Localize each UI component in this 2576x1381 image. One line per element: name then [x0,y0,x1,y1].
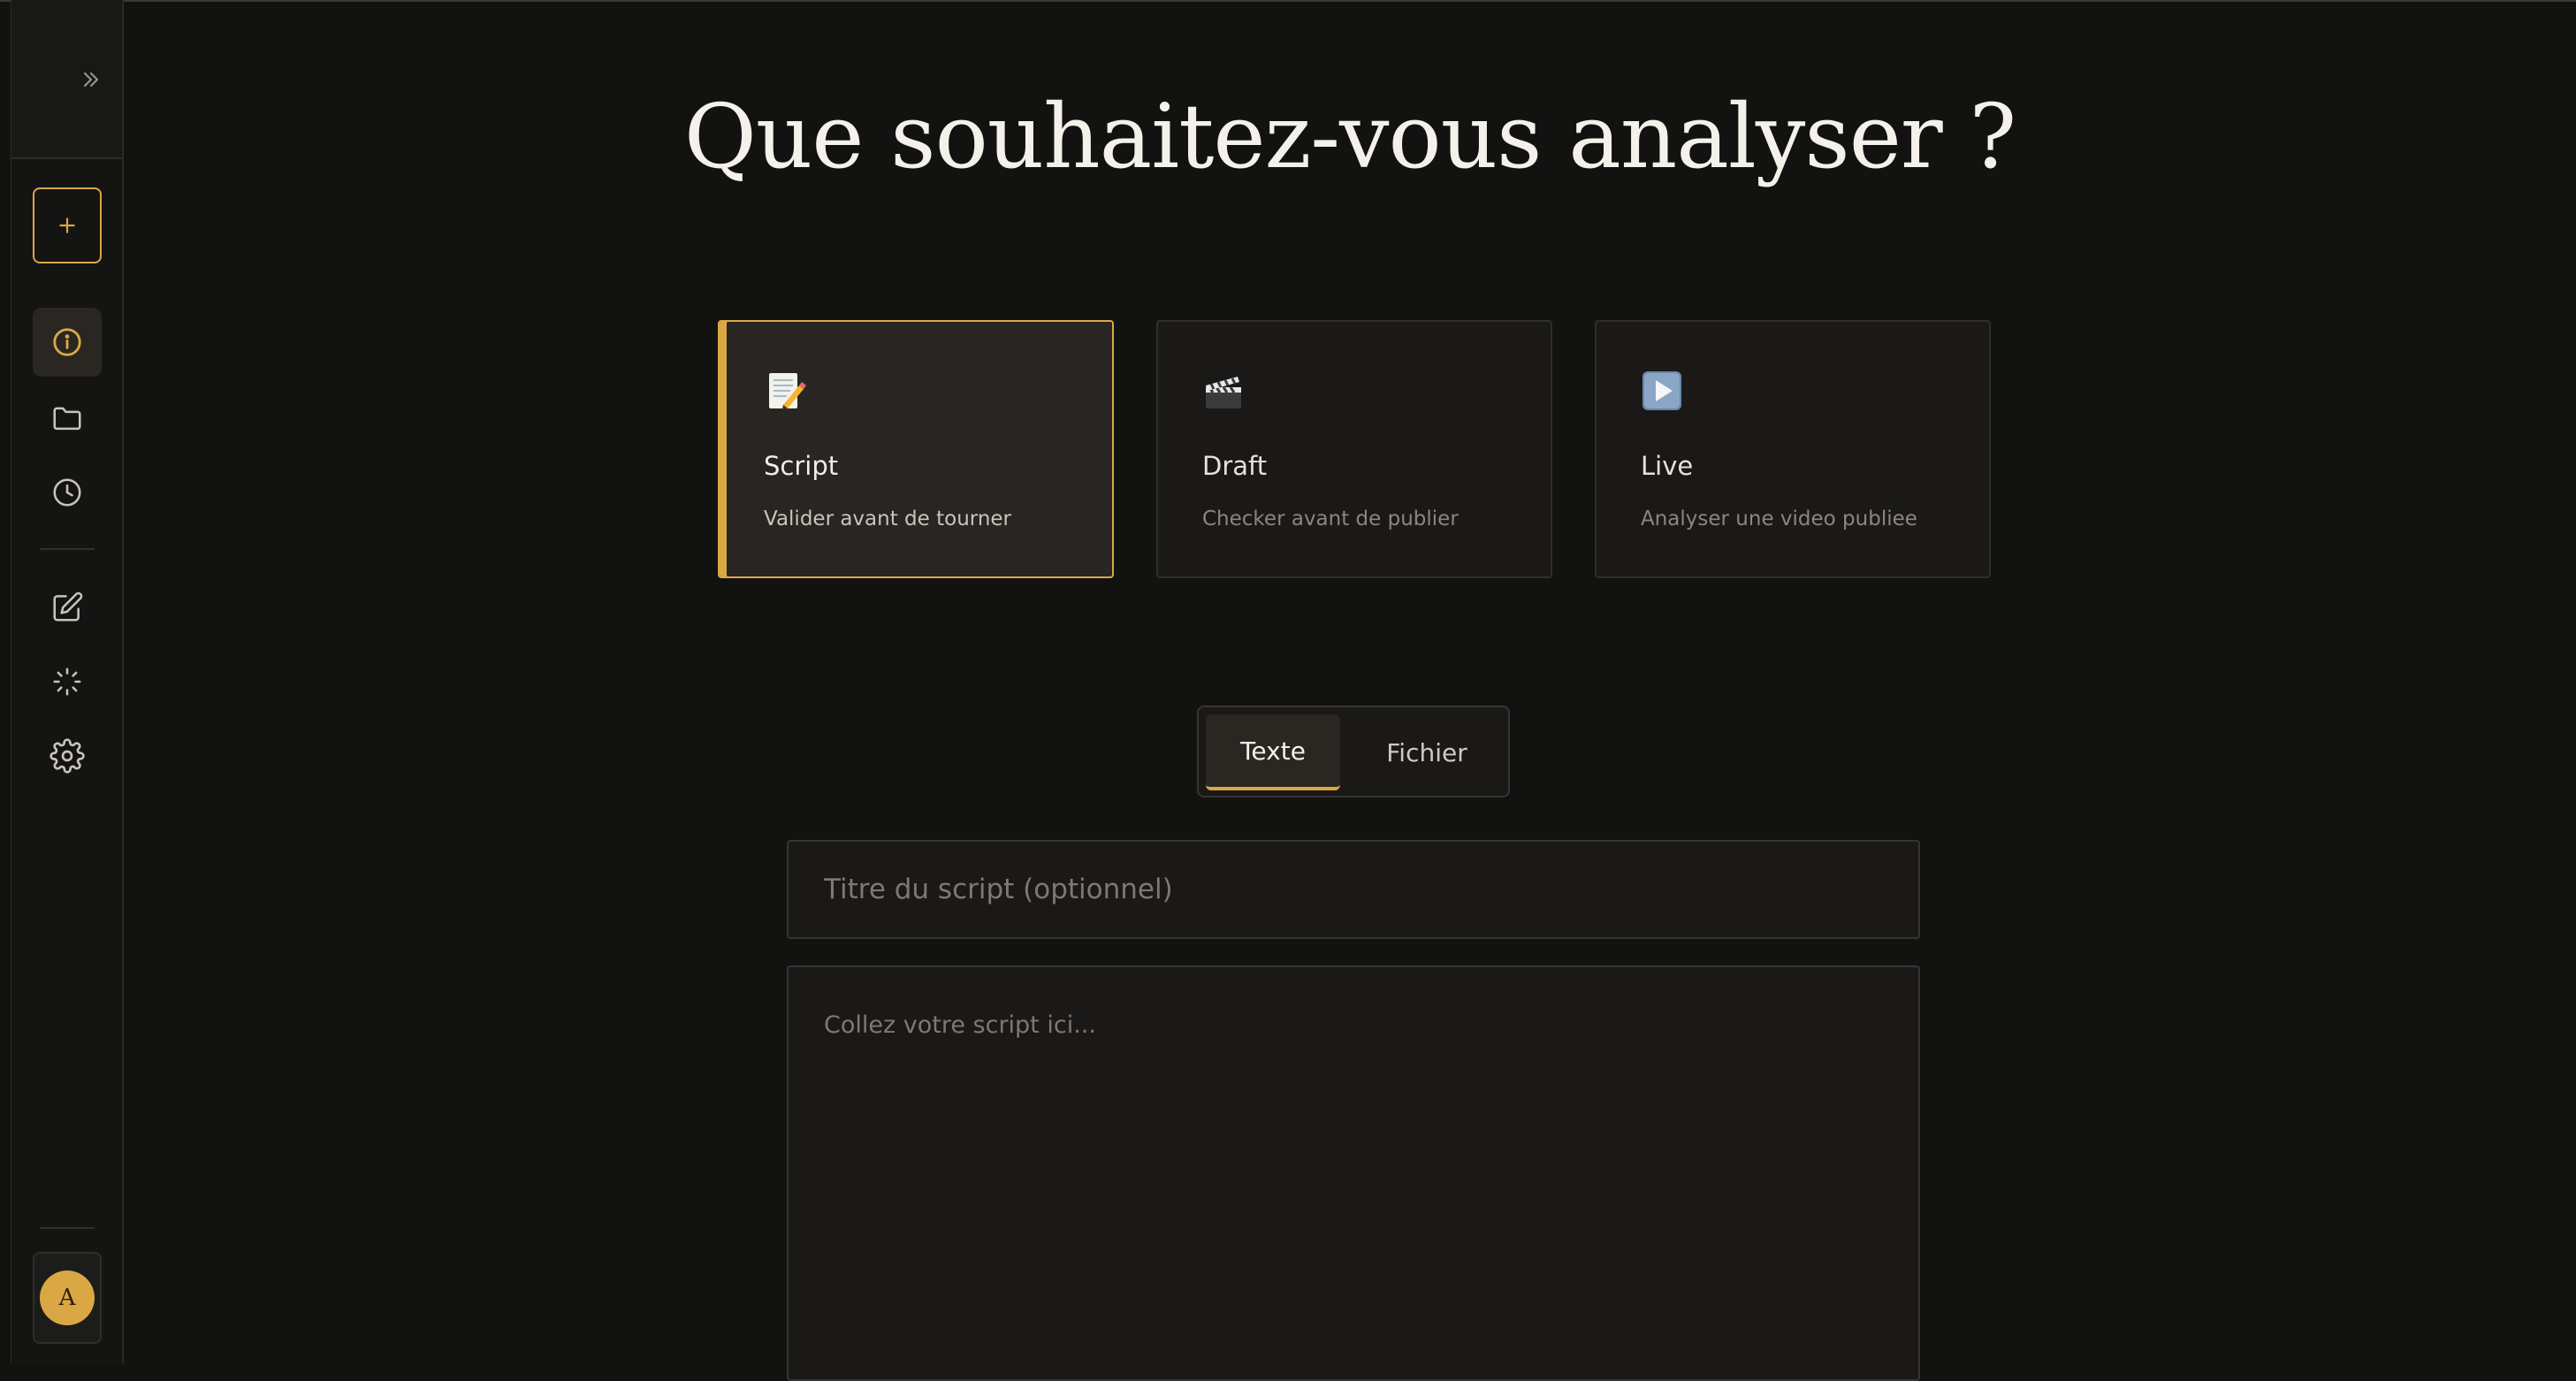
edit-icon [53,591,83,622]
card-draft[interactable]: Draft Checker avant de publier [1156,320,1552,578]
nav-item-home[interactable] [33,308,102,377]
chevrons-right-icon [83,72,99,88]
tab-texte[interactable]: Texte [1206,714,1340,790]
plus-icon [59,217,75,233]
card-title: Script [764,451,839,481]
memo-icon [769,373,806,409]
card-live[interactable]: Live Analyser une video publiee [1595,320,1991,578]
script-title-input[interactable] [787,840,1920,939]
nav-item-projects[interactable] [33,384,102,453]
page-title: Que souhaitez-vous analyser ? [683,85,2016,188]
card-subtitle: Analyser une video publiee [1641,507,1917,530]
user-menu[interactable]: A [33,1252,102,1344]
info-icon [53,328,81,356]
folder-icon [53,407,81,431]
card-subtitle: Checker avant de publier [1202,507,1459,530]
card-subtitle: Valider avant de tourner [764,507,1012,530]
expand-sidebar-button[interactable] [73,62,109,97]
window-top-border [0,0,2576,2]
script-textarea[interactable] [787,965,1920,1381]
card-script[interactable]: Script Valider avant de tourner [718,320,1114,578]
settings-icon [50,738,85,774]
input-mode-tabs: Texte Fichier [1197,706,1510,797]
sidebar-divider [40,1227,95,1229]
clapper-board-icon [1206,377,1241,408]
tab-fichier[interactable]: Fichier [1356,714,1498,790]
nav-item-settings[interactable] [33,721,102,790]
card-title: Draft [1202,451,1268,481]
new-analysis-button[interactable] [33,187,102,263]
clock-icon [53,478,81,507]
sidebar-divider [40,548,95,550]
avatar: A [40,1270,95,1325]
nav-item-history[interactable] [33,458,102,527]
card-title: Live [1641,451,1694,481]
play-button-icon [1642,371,1681,410]
nav-item-editor[interactable] [33,573,102,642]
loader-icon [53,668,81,696]
sidebar: A [11,0,124,1363]
nav-item-processing[interactable] [33,647,102,716]
